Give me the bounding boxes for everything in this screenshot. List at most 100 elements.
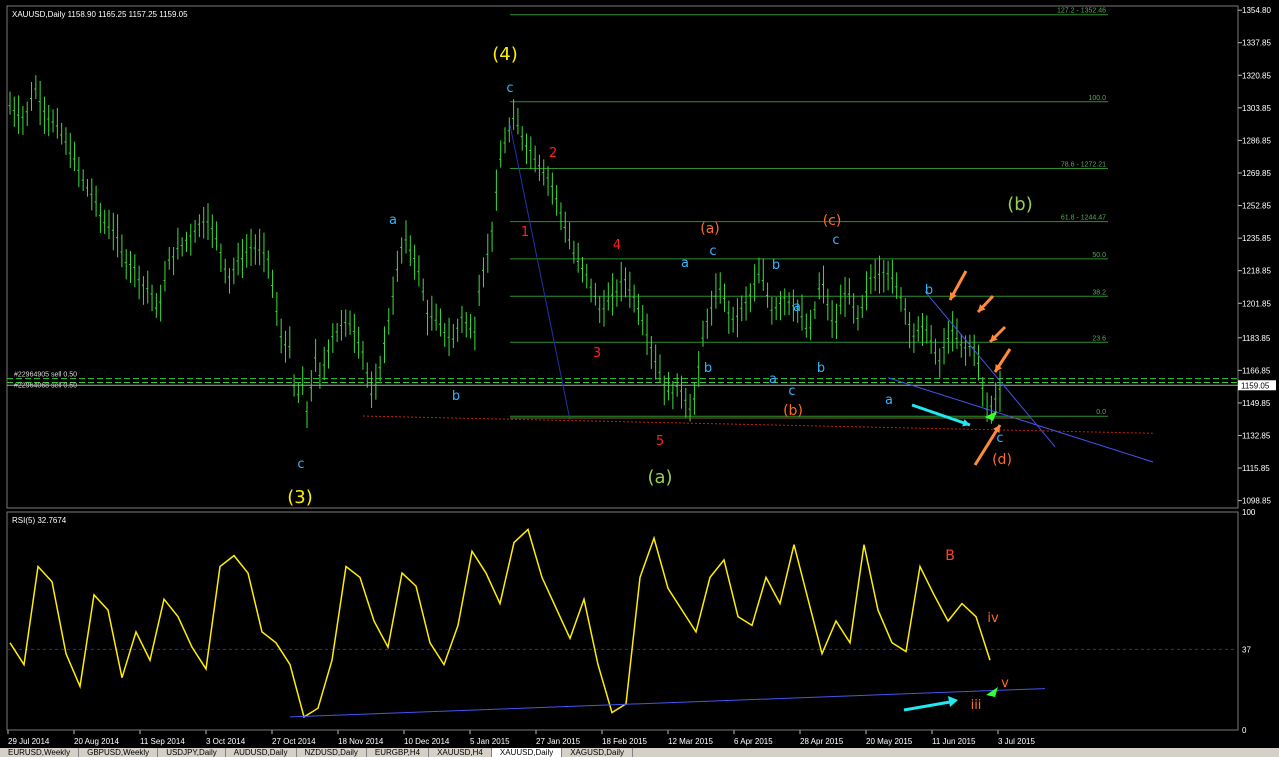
price-tick-label: 1149.85 (1242, 399, 1271, 408)
fib-level-label: 127.2 - 1352.46 (1057, 8, 1106, 15)
price-tick-label: 1183.85 (1242, 334, 1271, 343)
date-tick-label: 20 Aug 2014 (74, 737, 119, 746)
wave-label: b (925, 283, 933, 298)
date-tick-label: 3 Jul 2015 (998, 737, 1035, 746)
price-tick-label: 1269.85 (1242, 169, 1271, 178)
wave-label: c (832, 233, 839, 248)
price-tick-label: 1320.85 (1242, 71, 1271, 80)
date-tick-label: 10 Dec 2014 (404, 737, 450, 746)
rsi-trend-line (289, 688, 1046, 718)
chart-tab-bar: EURUSD,Weekly GBPUSD,Weekly USDJPY,Daily AU… (0, 748, 1279, 757)
price-tick-label: 1354.80 (1242, 6, 1271, 15)
chart-tab[interactable]: XAGUSD,Daily (562, 748, 634, 757)
date-tick-label: 11 Sep 2014 (140, 737, 185, 746)
date-tick-label: 20 May 2015 (866, 737, 913, 746)
wave-label: a (681, 256, 689, 271)
wave-label: b (772, 258, 780, 273)
fib-level-label: 61.8 - 1244.47 (1061, 215, 1106, 222)
price-tick-label: 1115.85 (1242, 464, 1270, 473)
rsi-tick-label: 0 (1242, 726, 1247, 735)
rsi-tick-label: 100 (1242, 508, 1256, 517)
price-frame (6, 5, 1239, 509)
trend-line-1 (509, 124, 571, 420)
price-tick-label: 1166.85 (1242, 366, 1271, 375)
rsi-wave-label: v (1001, 676, 1009, 691)
date-tick-label: 12 Mar 2015 (668, 737, 713, 746)
rsi-cyan-arrow-head (948, 696, 958, 707)
date-tick-label: 29 Jul 2014 (8, 737, 50, 746)
rsi-line (9, 528, 991, 719)
wave-label: a (389, 213, 397, 228)
wave-label: b (452, 389, 460, 404)
chart-tab[interactable]: USDJPY,Daily (158, 748, 226, 757)
wave-label: a (793, 300, 801, 315)
wave-label: (c) (823, 213, 842, 229)
wave-label: c (506, 81, 513, 96)
wave-label: a (769, 372, 777, 387)
price-tick-label: 1201.85 (1242, 299, 1271, 308)
rsi-wave-label: iii (971, 698, 982, 713)
wave-label: c (996, 431, 1003, 446)
wave-label: 4 (613, 238, 621, 253)
wave-label: (d) (992, 452, 1012, 468)
date-tick-label: 18 Feb 2015 (602, 737, 647, 746)
date-tick-label: 18 Nov 2014 (338, 737, 384, 746)
price-tick-label: 1235.85 (1242, 234, 1271, 243)
order-label-1: #22964905 sell 0.50 (14, 372, 77, 379)
fib-level-label: 0.0 (1096, 409, 1106, 416)
date-tick-label: 6 Apr 2015 (734, 737, 773, 746)
date-tick-label: 27 Jan 2015 (536, 737, 581, 746)
wave-label: b (704, 361, 712, 376)
rsi-cyan-arrow (903, 700, 951, 712)
price-tick-label: 1303.85 (1242, 104, 1271, 113)
price-tick-label: 1286.85 (1242, 136, 1271, 145)
wave-label: c (788, 384, 795, 399)
lower-channel-line (887, 377, 1154, 463)
wave-label: 1 (521, 225, 529, 240)
chart-tab[interactable]: XAUUSD,Daily (491, 748, 563, 757)
price-tick-label: 1098.85 (1242, 497, 1271, 506)
wave-label: (4) (492, 44, 518, 65)
price-tick-label: 1218.85 (1242, 267, 1271, 276)
chart-tab[interactable]: GBPUSD,Weekly (79, 748, 159, 757)
fib-level-label: 78.6 - 1272.21 (1061, 161, 1106, 168)
fib-level-label: 38.2 (1092, 289, 1106, 296)
rsi-wave-label: iv (987, 611, 999, 626)
wave-label: (a) (647, 467, 672, 488)
date-tick-label: 27 Oct 2014 (272, 737, 316, 746)
date-tick-label: 5 Jan 2015 (470, 737, 510, 746)
rsi-pane: RSI(5) 32.7674 100 37 0 Biv v iii (6, 508, 1256, 735)
chart-header: XAUUSD,Daily 1158.90 1165.25 1157.25 115… (12, 10, 188, 19)
price-tick-label: 1337.85 (1242, 39, 1271, 48)
wave-label: b (817, 361, 825, 376)
wave-label: (a) (700, 221, 720, 237)
price-tick-label: 1252.85 (1242, 202, 1271, 211)
chart-tab[interactable]: AUDUSD,Daily (226, 748, 297, 757)
chart-canvas: 1354.80 1337.85 1320.85 1303.85 1286.85 1269.… (6, 5, 1276, 746)
rsi-tick-label: 37 (1242, 645, 1251, 654)
rsi-frame (6, 511, 1239, 731)
price-tick-label: 1132.85 (1242, 431, 1271, 440)
date-tick-label: 3 Oct 2014 (206, 737, 246, 746)
wave-label: c (709, 244, 716, 259)
wave-label: 2 (549, 146, 557, 161)
chart-tab[interactable]: NZDUSD,Daily (297, 748, 367, 757)
price-pane: 1354.80 1337.85 1320.85 1303.85 1286.85 1269.… (6, 5, 1276, 746)
wave-label: 5 (656, 434, 664, 449)
upper-channel-line (924, 291, 1056, 448)
fib-level-label: 50.0 (1092, 252, 1106, 259)
chart-tab[interactable]: EURGBP,H4 (367, 748, 430, 757)
chart-tab[interactable]: XAUUSD,H4 (429, 748, 492, 757)
rsi-green-marker (986, 687, 998, 697)
order-label-2: #22964068 sell 0.50 (14, 383, 77, 390)
chart-tab[interactable]: EURUSD,Weekly (0, 748, 80, 757)
wave-label: 3 (593, 346, 601, 361)
wave-label: (b) (1007, 194, 1032, 215)
current-price-label: 1159.05 (1241, 381, 1270, 390)
fib-level-label: 100.0 (1088, 95, 1106, 102)
wave-label: a (885, 393, 893, 408)
date-tick-label: 11 Jun 2015 (932, 737, 976, 746)
wave-label: (3) (287, 487, 313, 508)
wave-label: c (297, 457, 304, 472)
fib-level-label: 23.6 (1092, 335, 1106, 342)
